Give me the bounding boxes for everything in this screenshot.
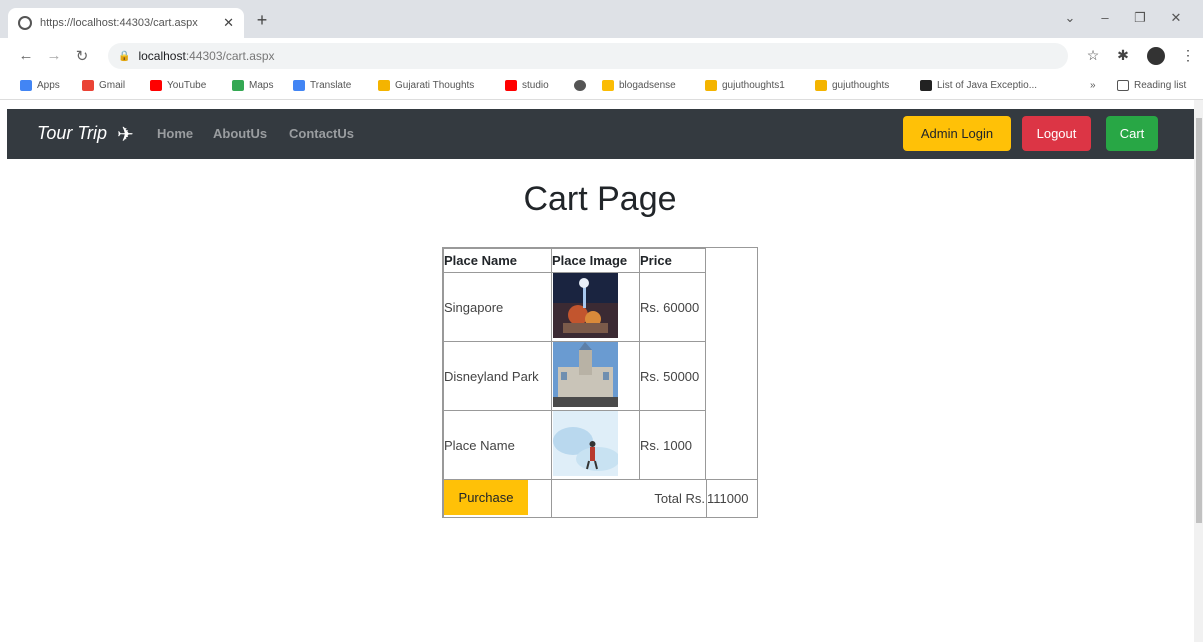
total-label: Total Rs.: [551, 479, 707, 518]
reload-icon[interactable]: ↻: [72, 47, 92, 65]
cart-row-place: Disneyland Park: [443, 341, 552, 411]
close-window-icon[interactable]: ✕: [1166, 10, 1186, 26]
bookmark-apps[interactable]: Apps: [20, 80, 60, 91]
blogger-icon: [705, 80, 717, 91]
header-place-name: Place Name: [443, 248, 552, 273]
tab-search-icon[interactable]: ⌄: [1060, 10, 1080, 26]
total-value: 111000: [706, 479, 758, 518]
logout-button[interactable]: Logout: [1022, 116, 1091, 151]
cart-row-price: Rs. 50000: [639, 341, 706, 411]
minimize-icon[interactable]: –: [1095, 10, 1115, 25]
bookmark-gujuthoughts[interactable]: gujuthoughts: [815, 80, 889, 91]
scrollbar-thumb[interactable]: [1196, 118, 1202, 523]
url-path: :44303/cart.aspx: [185, 49, 275, 63]
page-title: Cart Page: [523, 180, 677, 218]
profile-avatar[interactable]: [1147, 47, 1165, 65]
bookmark-gujuthoughts1[interactable]: gujuthoughts1: [705, 80, 785, 91]
admin-login-button[interactable]: Admin Login: [903, 116, 1011, 151]
snow-image: [553, 411, 620, 476]
globe-icon: [18, 16, 32, 30]
forward-icon[interactable]: →: [44, 47, 64, 64]
new-tab-button[interactable]: +: [252, 10, 272, 31]
address-bar[interactable]: 🔒 localhost:44303/cart.aspx: [108, 43, 1068, 69]
nav-link-aboutus[interactable]: AboutUs: [213, 126, 267, 141]
bookmark-gujarati-thoughts[interactable]: Gujarati Thoughts: [378, 80, 474, 91]
extensions-icon[interactable]: ✱: [1113, 47, 1133, 64]
bookmark-star-icon[interactable]: ☆: [1083, 47, 1103, 64]
bookmark-gmail[interactable]: Gmail: [82, 80, 125, 91]
nav-link-contactus[interactable]: ContactUs: [289, 126, 354, 141]
bookmarks-overflow[interactable]: »: [1090, 80, 1096, 91]
cart-row-place: Place Name: [443, 410, 552, 480]
reading-list[interactable]: Reading list: [1117, 80, 1186, 91]
java-icon: [920, 80, 932, 91]
singapore-image: [553, 273, 618, 338]
translate-icon: [293, 80, 305, 91]
header-price: Price: [639, 248, 706, 273]
browser-tabstrip: https://localhost:44303/cart.aspx ✕ + ⌄ …: [0, 0, 1203, 38]
maps-icon: [232, 80, 244, 91]
bookmark-java-exceptions[interactable]: List of Java Exceptio...: [920, 80, 1037, 91]
cart-row-price: Rs. 60000: [639, 272, 706, 342]
tab-title: https://localhost:44303/cart.aspx: [40, 17, 198, 29]
close-tab-icon[interactable]: ✕: [223, 15, 234, 31]
bookmark-studio[interactable]: studio: [505, 80, 549, 91]
lock-icon: 🔒: [118, 50, 131, 62]
site-navbar: Tour Trip ✈ Home AboutUs ContactUs Admin…: [7, 109, 1200, 159]
brand-name[interactable]: Tour Trip: [37, 123, 107, 144]
browser-toolbar: ← → ↻ 🔒 localhost:44303/cart.aspx ☆ ✱ ⋮: [0, 38, 1203, 74]
blogger-icon: [815, 80, 827, 91]
nav-link-home[interactable]: Home: [157, 126, 193, 141]
disneyland-image: [553, 342, 618, 407]
url-host: localhost: [138, 49, 186, 63]
bookmark-youtube[interactable]: YouTube: [150, 80, 206, 91]
bookmark-maps[interactable]: Maps: [232, 80, 273, 91]
blogger-icon: [378, 80, 390, 91]
cart-button[interactable]: Cart: [1106, 116, 1158, 151]
bookmark-globe[interactable]: [574, 80, 591, 91]
restore-icon[interactable]: ❐: [1130, 10, 1150, 26]
bookmark-translate[interactable]: Translate: [293, 80, 351, 91]
globe-icon: [574, 80, 586, 91]
purchase-button[interactable]: Purchase: [444, 480, 528, 515]
youtube-icon: [150, 80, 162, 91]
bookmarks-bar: Apps Gmail YouTube Maps Translate Gujara…: [0, 74, 1203, 100]
reading-list-icon: [1117, 80, 1129, 91]
apps-grid-icon: [20, 80, 32, 91]
gmail-icon: [82, 80, 94, 91]
back-icon[interactable]: ←: [16, 47, 36, 64]
cart-row-price: Rs. 1000: [639, 410, 706, 480]
browser-tab[interactable]: https://localhost:44303/cart.aspx ✕: [8, 8, 244, 38]
header-place-image: Place Image: [551, 248, 640, 273]
bookmark-blogadsense[interactable]: blogadsense: [602, 80, 676, 91]
airplane-icon: ✈: [117, 124, 134, 146]
adsense-icon: [602, 80, 614, 91]
menu-icon[interactable]: ⋮: [1178, 47, 1198, 64]
studio-icon: [505, 80, 517, 91]
cart-row-place: Singapore: [443, 272, 552, 342]
